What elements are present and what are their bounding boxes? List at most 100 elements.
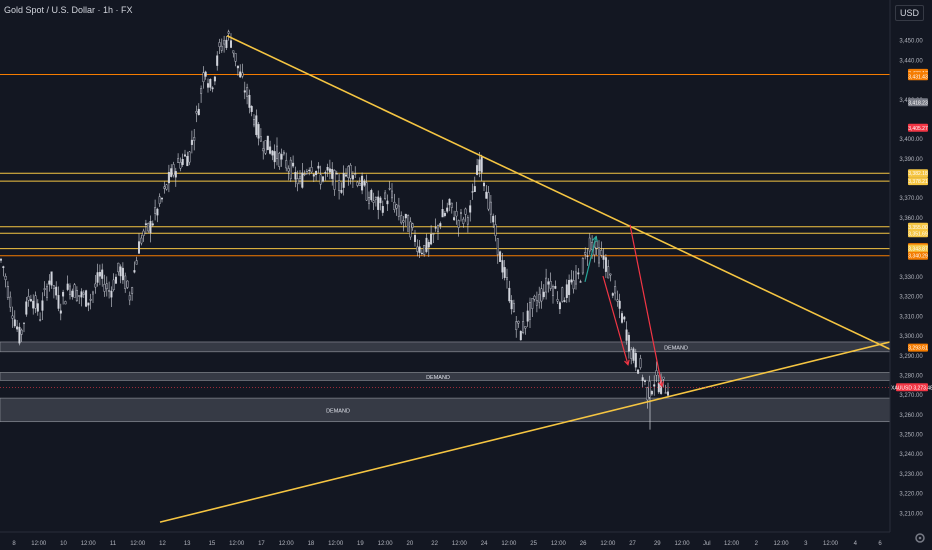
candle-body [16,326,19,330]
demand-label: DEMAND [326,408,350,414]
candle-body [657,382,660,393]
x-tick-label: 20 [407,541,414,547]
candle-body [94,283,97,288]
candle-body [183,154,186,157]
candle-body [200,88,203,94]
gear-icon[interactable] [914,532,926,544]
candle-body [241,72,244,77]
candle-body [239,71,242,78]
candle-body [425,237,428,252]
candle-body [250,105,253,112]
candle-body [13,319,16,327]
candle-body [483,182,486,187]
candle-body [294,171,297,180]
candle-body [485,191,488,199]
price-chart[interactable]: DEMANDDEMANDDEMAND 3,450.003,440.003,420… [0,0,932,550]
y-tick-label: 3,260.00 [899,413,923,419]
candle-body [416,246,419,252]
candle-body [227,31,230,34]
candle-body [460,212,463,214]
candle-body [641,377,644,382]
candle-body [243,90,246,93]
x-tick-label: 2 [755,541,759,547]
x-tick-label: 27 [629,541,636,547]
candle-body [662,376,665,380]
candle-body [315,170,318,175]
candle-body [379,197,382,204]
candle-body [476,165,479,175]
x-tick-label: 12:00 [31,541,47,547]
candle-body [18,326,21,344]
currency-label[interactable]: USD [894,5,924,21]
candle-body [437,225,440,232]
candle-body [395,204,398,209]
candle-body [351,175,354,180]
price-axis[interactable]: 3,450.003,440.003,420.003,400.003,390.00… [889,0,932,550]
candle-body [78,295,81,297]
candle-body [600,249,603,256]
trendlines [159,35,911,523]
y-tick-label: 3,290.00 [899,354,923,360]
candle-body [381,206,384,213]
candle-body [46,286,49,298]
candle-body [4,276,7,280]
candle-body [602,255,605,260]
candle-body [156,208,159,216]
x-tick-label: 12:00 [823,541,839,547]
x-tick-label: 12:00 [81,541,97,547]
candle-body [575,271,578,285]
candle-body [434,227,437,229]
candle-body [289,159,292,179]
candle-body [644,380,647,382]
candle-body [179,162,182,169]
y-tick-label: 3,270.00 [899,393,923,399]
candle-body [303,173,306,176]
candle-body [370,190,373,201]
candle-body [75,289,78,301]
candle-body [188,151,191,163]
candle-body [430,234,433,245]
x-tick-label: 12:00 [378,541,394,547]
candle-body [377,196,380,210]
candle-body [407,215,410,232]
candle-body [158,196,161,204]
candle-body [542,291,545,298]
x-tick-label: 12:00 [328,541,344,547]
candle-body [418,246,421,253]
candle-body [276,145,279,159]
candle-body [296,178,299,185]
candle-body [248,95,251,108]
candle-body [489,201,492,215]
candle-body [584,252,587,255]
candle-body [140,237,143,244]
candle-body [50,271,53,286]
candle-body [73,284,76,298]
candle-body [618,300,621,309]
candle-body [236,65,239,69]
candle-body [317,165,320,169]
candle-body [64,301,67,305]
y-tick-label: 3,440.00 [899,58,923,64]
x-tick-label: 3 [804,541,808,547]
y-tick-label: 3,210.00 [899,511,923,517]
candle-body [234,53,237,62]
time-axis[interactable]: 8 12:00 10 12:00 11 12:00 12 13 15 12:00 17 12:00 18… [0,531,890,547]
candle-body [565,284,568,298]
y-tick-label: 3,300.00 [899,334,923,340]
candle-body [108,290,111,292]
x-tick-label: 17 [258,541,265,547]
demand-zone [0,341,891,353]
candle-body [204,71,207,77]
candle-body [572,280,575,290]
x-tick-label: 10 [60,541,67,547]
candle-body [322,176,325,182]
y-tick-label: 3,240.00 [899,452,923,458]
price-tag-label: 3,405.27 [908,126,928,132]
price-tag-label: XAUUSD 3,273.48 [891,385,932,391]
candle-body [144,223,147,226]
candle-body [354,173,357,175]
candle-body [558,302,561,310]
candle-body [213,76,216,82]
candle-body [257,124,260,139]
x-tick-label: 12:00 [229,541,245,547]
